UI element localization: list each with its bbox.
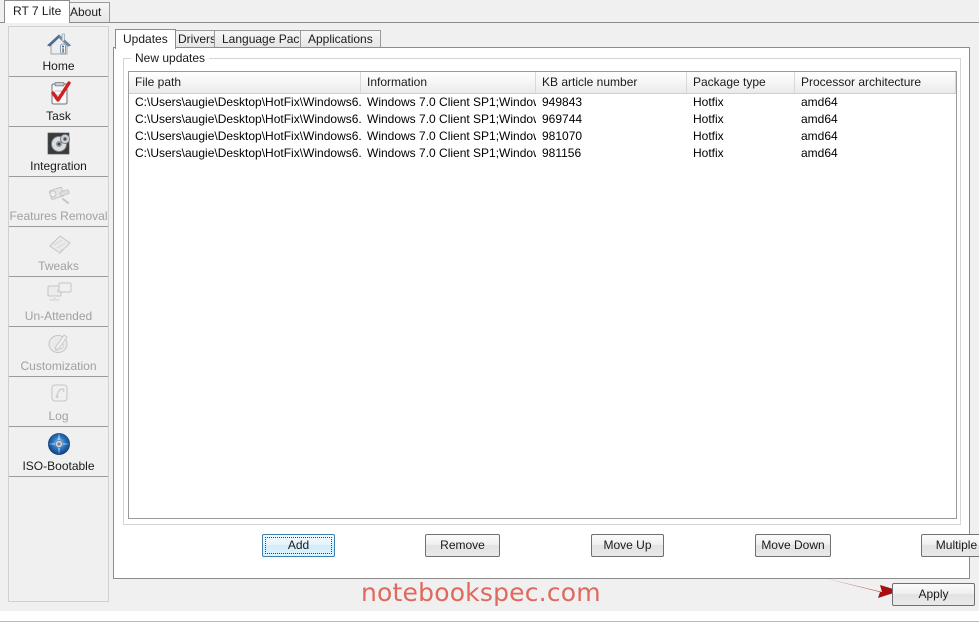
cell-package-type: Hotfix [693, 95, 724, 109]
cell-processor-architecture: amd64 [801, 146, 838, 160]
apply-button[interactable]: Apply [892, 583, 975, 606]
column-header-processor-architecture[interactable]: Processor architecture [795, 72, 956, 93]
cell-package-type: Hotfix [693, 112, 724, 126]
sidebar-item-label: Task [46, 109, 71, 123]
updates-listview[interactable]: File path Information KB article number … [128, 71, 957, 519]
sidebar-item-customization[interactable]: Customization [9, 327, 108, 377]
cell-kb-article-number: 981070 [542, 129, 583, 143]
sidebar-item-label: Features Removal [9, 209, 108, 223]
table-row[interactable]: C:\Users\augie\Desktop\HotFix\Windows6..… [129, 94, 956, 111]
cell-information: Windows 7.0 Client SP1;Window... [367, 112, 536, 126]
cell-processor-architecture: amd64 [801, 112, 838, 126]
column-header-package-type[interactable]: Package type [687, 72, 795, 93]
cell-information: Windows 7.0 Client SP1;Window... [367, 95, 536, 109]
cell-kb-article-number: 969744 [542, 112, 583, 126]
paint-palette-icon [44, 330, 74, 358]
sidebar-item-label: Log [48, 409, 69, 423]
column-header-information[interactable]: Information [361, 72, 536, 93]
outer-tab-rt7lite[interactable]: RT 7 Lite [4, 0, 71, 23]
tab-updates[interactable]: Updates [115, 29, 176, 49]
notepad-icon [44, 380, 74, 408]
content-panel: Updates Drivers Language Packs Applicati… [113, 26, 979, 602]
cell-file-path: C:\Users\augie\Desktop\HotFix\Windows6..… [135, 112, 361, 126]
sidebar-item-label: Integration [30, 159, 87, 173]
column-header-file-path[interactable]: File path [129, 72, 361, 93]
tab-applications[interactable]: Applications [300, 30, 381, 48]
listview-header: File path Information KB article number … [129, 72, 956, 94]
watermark-text: notebookspec.com [361, 578, 601, 607]
focus-outline [265, 537, 332, 554]
move-up-button[interactable]: Move Up [591, 534, 664, 557]
cell-kb-article-number: 949843 [542, 95, 583, 109]
cell-kb-article-number: 981156 [542, 146, 582, 160]
app-window: RT 7 Lite About Home Task Integration Fe… [0, 0, 979, 622]
sidebar-empty-space [9, 477, 108, 551]
cd-disc-icon [44, 430, 74, 458]
cell-file-path: C:\Users\augie\Desktop\HotFix\Windows6..… [135, 95, 361, 109]
cell-file-path: C:\Users\augie\Desktop\HotFix\Windows6..… [135, 146, 361, 160]
two-monitors-icon [44, 280, 74, 308]
column-header-kb-article-number[interactable]: KB article number [536, 72, 687, 93]
sidebar-item-label: ISO-Bootable [22, 459, 95, 473]
remove-button[interactable]: Remove [425, 534, 500, 557]
multiple-updates-button[interactable]: Multiple Updates [921, 534, 979, 557]
cell-information: Windows 7.0 Client SP1;Window... [367, 146, 536, 160]
outer-tab-strip: RT 7 Lite About [0, 0, 979, 23]
cell-processor-architecture: amd64 [801, 129, 838, 143]
table-row[interactable]: C:\Users\augie\Desktop\HotFix\Windows6..… [129, 128, 956, 145]
cell-information: Windows 7.0 Client SP1;Window... [367, 129, 536, 143]
wrench-parts-icon [44, 180, 74, 208]
add-button[interactable]: Add [262, 534, 335, 557]
sidebar-item-home[interactable]: Home [9, 27, 108, 77]
sidebar-item-integration[interactable]: Integration [9, 127, 108, 177]
sidebar-item-tweaks[interactable]: Tweaks [9, 227, 108, 277]
sidebar-item-features-removal[interactable]: Features Removal [9, 177, 108, 227]
table-row[interactable]: C:\Users\augie\Desktop\HotFix\Windows6..… [129, 145, 956, 162]
sliders-icon [44, 230, 74, 258]
sidebar-item-label: Tweaks [38, 259, 79, 273]
sidebar-item-label: Un-Attended [24, 309, 93, 323]
clipboard-check-icon [44, 80, 74, 108]
sidebar-item-label: Home [42, 59, 75, 73]
sidebar: Home Task Integration Features Removal T… [8, 26, 109, 602]
outer-tab-underline-mask [5, 22, 59, 23]
sidebar-item-iso-bootable[interactable]: ISO-Bootable [9, 427, 108, 477]
cell-file-path: C:\Users\augie\Desktop\HotFix\Windows6..… [135, 129, 361, 143]
new-updates-groupbox: New updates File path Information KB art… [123, 51, 961, 525]
sidebar-item-label: Customization [20, 359, 97, 373]
client-area: Home Task Integration Features Removal T… [0, 23, 979, 622]
footer: notebookspec.com Apply [113, 578, 975, 607]
groupbox-title: New updates [131, 51, 210, 65]
table-row[interactable]: C:\Users\augie\Desktop\HotFix\Windows6..… [129, 111, 956, 128]
house-icon [44, 30, 74, 58]
updates-panel: New updates File path Information KB art… [113, 47, 979, 579]
disc-gear-icon [44, 130, 74, 158]
sidebar-item-log[interactable]: Log [9, 377, 108, 427]
listview-body: C:\Users\augie\Desktop\HotFix\Windows6..… [129, 94, 956, 162]
sidebar-item-task[interactable]: Task [9, 77, 108, 127]
move-down-button[interactable]: Move Down [755, 534, 831, 557]
sidebar-item-un-attended[interactable]: Un-Attended [9, 277, 108, 327]
cell-package-type: Hotfix [693, 129, 724, 143]
main-tab-strip: Updates Drivers Language Packs Applicati… [113, 29, 971, 49]
action-button-row: Add Remove Move Up Move Down Multiple Up… [114, 534, 979, 564]
cell-package-type: Hotfix [693, 146, 724, 160]
cell-processor-architecture: amd64 [801, 95, 838, 109]
